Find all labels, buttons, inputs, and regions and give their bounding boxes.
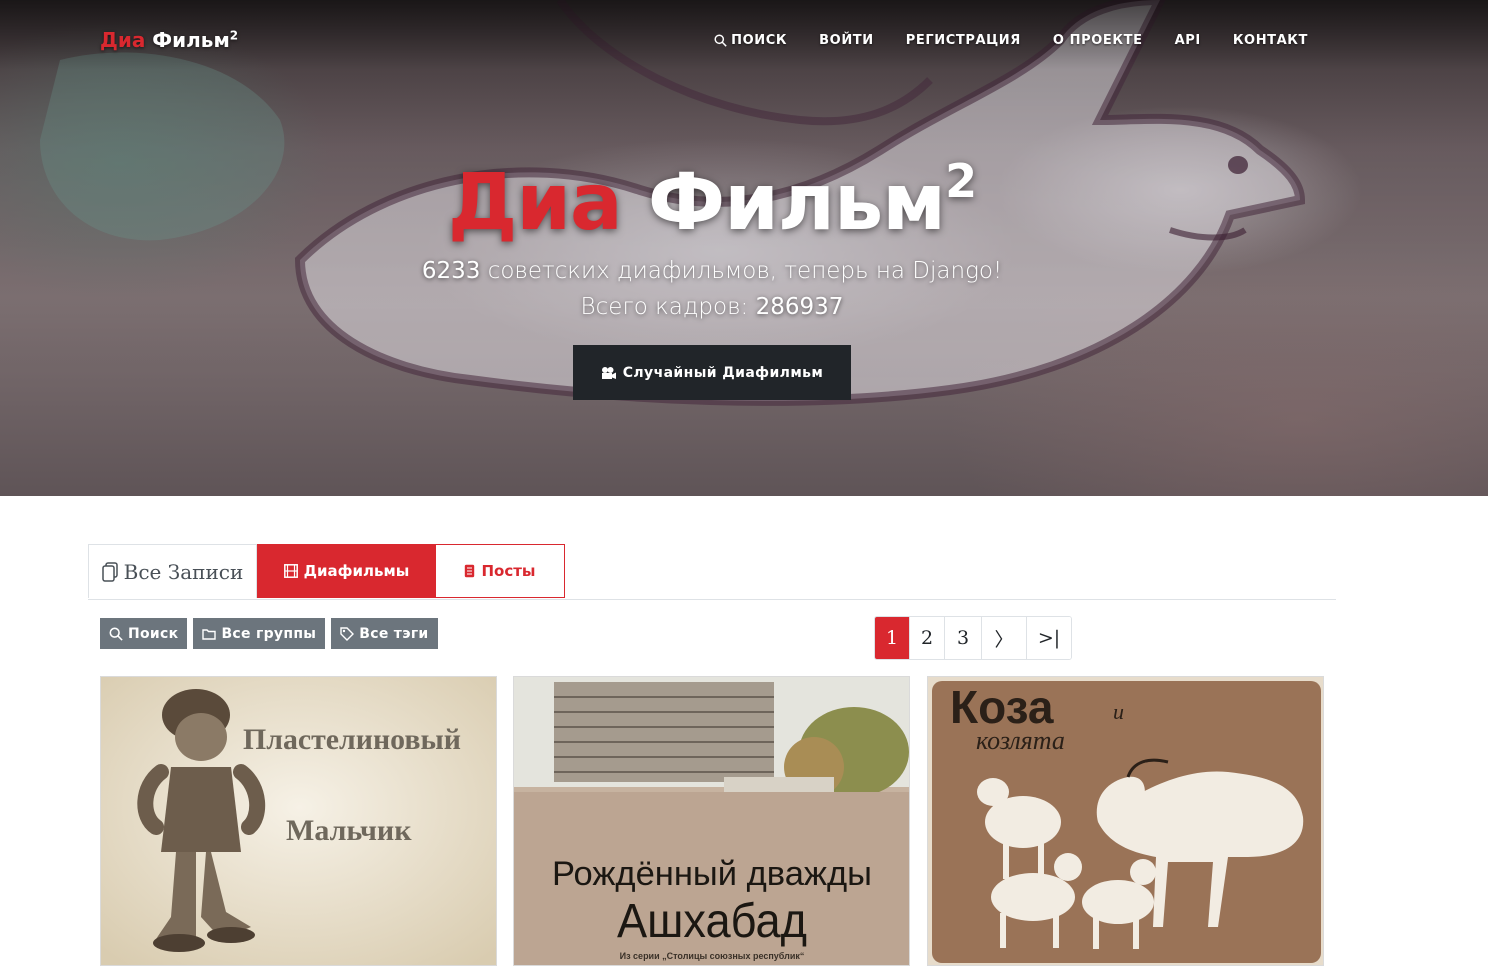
filmstrip-card[interactable]: Пластелиновый Мальчик: [100, 676, 497, 966]
hero-title-part1: Диа: [447, 158, 623, 248]
filmstrip-card[interactable]: Коза и козлята: [927, 676, 1324, 966]
tab-filmstrips[interactable]: Диафильмы: [257, 544, 436, 598]
random-button-label: Случайный Диафилмьм: [622, 364, 824, 381]
tab-all-records[interactable]: Все Записи: [88, 544, 257, 598]
card-1-title-line1: Пластелиновый: [243, 723, 461, 756]
search-icon: [109, 627, 123, 641]
filmstrip-card[interactable]: Рождённый дважды Ашхабад Из серии „Столи…: [513, 676, 910, 966]
tab-posts-label: Посты: [481, 562, 536, 580]
brand-part2: Фильм: [152, 28, 230, 52]
film-count: 6233: [421, 258, 481, 284]
hero-title: Диа Фильм2: [0, 154, 1424, 248]
card-2-title-line2: Ашхабад: [617, 895, 807, 948]
page-next[interactable]: 〉: [981, 617, 1026, 659]
frames-label: Всего кадров:: [580, 294, 749, 320]
hero-banner: Диа Фильм2 ПОИСК ВОЙТИ РЕГИСТРАЦИЯ О ПРО…: [0, 0, 1488, 496]
filmstrip-cover-image: Коза и козлята: [928, 677, 1323, 965]
page-3[interactable]: 3: [944, 617, 981, 659]
film-camera-icon: [601, 366, 617, 380]
film-icon: [283, 564, 298, 578]
hero-subtitle: 6233 советских диафильмов, теперь на Dja…: [0, 258, 1424, 284]
hero-overlay: [0, 0, 1488, 496]
page-last[interactable]: >|: [1026, 617, 1071, 659]
filter-search-label: Поиск: [128, 625, 179, 642]
card-1-title-line2: Мальчик: [286, 814, 412, 847]
content-tabs: Все Записи Диафильмы Посты: [88, 544, 1336, 600]
nav-contact[interactable]: КОНТАКТ: [1233, 33, 1308, 48]
filter-groups-label: Все группы: [221, 625, 317, 642]
copy-icon: [101, 561, 118, 582]
brand-logo[interactable]: Диа Фильм2: [100, 28, 238, 52]
card-3-title-and: и: [1113, 699, 1124, 724]
nav-login[interactable]: ВОЙТИ: [819, 33, 874, 48]
tab-films-label: Диафильмы: [303, 562, 410, 580]
filter-tags-button[interactable]: Все тэги: [331, 618, 438, 649]
document-icon: [464, 564, 475, 578]
tag-icon: [340, 626, 355, 641]
pagination: 1 2 3 〉 >|: [874, 616, 1072, 660]
search-icon: [714, 34, 727, 47]
filter-buttons: Поиск Все группы Все тэги: [100, 618, 438, 649]
hero-title-superscript: 2: [945, 154, 977, 208]
filter-search-button[interactable]: Поиск: [100, 618, 188, 649]
filter-tags-label: Все тэги: [359, 625, 429, 642]
nav-api[interactable]: API: [1175, 33, 1201, 48]
brand-superscript: 2: [229, 28, 239, 43]
nav-search-label: ПОИСК: [731, 33, 788, 48]
filmstrip-cover-image: Пластелиновый Мальчик: [101, 677, 496, 965]
card-2-title-line1: Рождённый дважды: [552, 855, 872, 893]
subtitle-text: советских диафильмов, теперь на Django!: [487, 258, 1003, 284]
random-filmstrip-button[interactable]: Случайный Диафилмьм: [573, 345, 851, 400]
nav-search[interactable]: ПОИСК: [714, 33, 787, 48]
tab-all-label: Все Записи: [123, 559, 244, 584]
filter-groups-button[interactable]: Все группы: [193, 618, 326, 649]
nav-register[interactable]: РЕГИСТРАЦИЯ: [906, 33, 1021, 48]
nav-about[interactable]: О ПРОЕКТЕ: [1053, 33, 1143, 48]
card-2-series-note: Из серии „Столицы союзных республик“: [620, 951, 805, 961]
frames-line: Всего кадров: 286937: [0, 294, 1424, 320]
hero-title-part2: Фильм: [647, 158, 946, 248]
filmstrip-cover-image: Рождённый дважды Ашхабад Из серии „Столи…: [514, 677, 909, 965]
page-2[interactable]: 2: [909, 617, 944, 659]
tab-posts[interactable]: Посты: [435, 544, 565, 598]
page-1[interactable]: 1: [875, 617, 909, 659]
frames-count: 286937: [755, 294, 844, 320]
top-nav: ПОИСК ВОЙТИ РЕГИСТРАЦИЯ О ПРОЕКТЕ API КО…: [714, 33, 1308, 48]
folder-icon: [202, 628, 217, 640]
brand-part1: Диа: [100, 28, 146, 52]
card-3-title-line2: козлята: [976, 726, 1065, 755]
